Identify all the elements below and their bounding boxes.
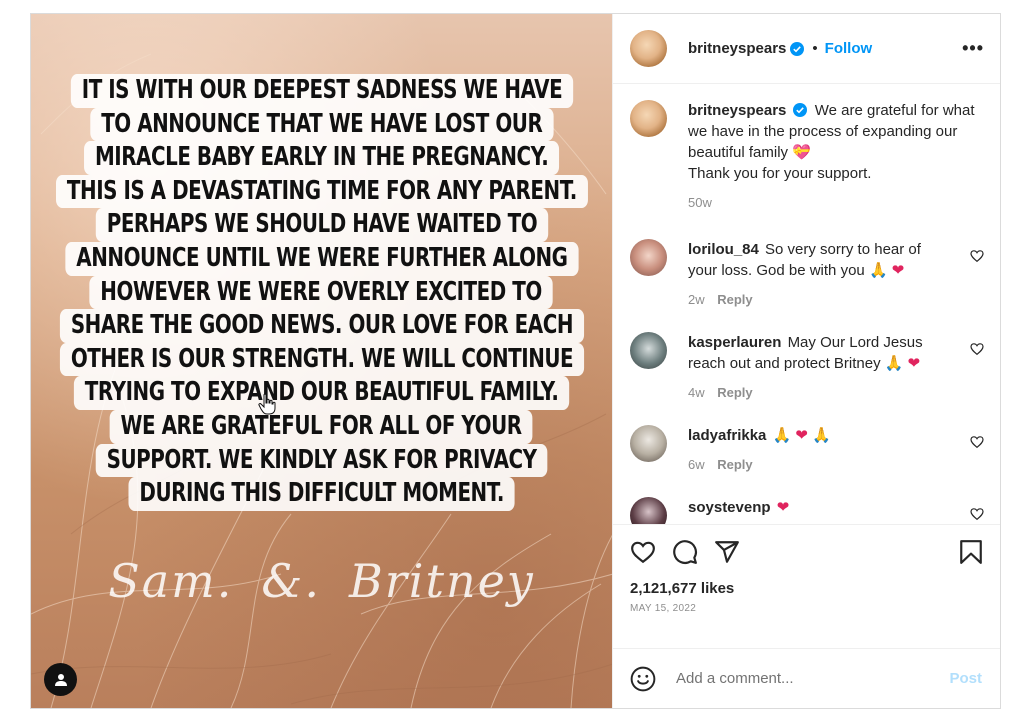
avatar[interactable] bbox=[630, 30, 667, 67]
separator-dot: • bbox=[812, 40, 818, 57]
post-actions: 2,121,677 likes MAY 15, 2022 bbox=[613, 524, 1000, 648]
follow-button[interactable]: Follow bbox=[825, 40, 873, 57]
comment-age: 2w bbox=[688, 292, 705, 307]
hand-cursor-icon bbox=[258, 393, 276, 415]
signature-ampersand: &. bbox=[261, 554, 321, 608]
avatar[interactable] bbox=[630, 239, 667, 276]
verified-badge-icon bbox=[790, 41, 805, 56]
announcement-line: We are grateful for all of your bbox=[110, 409, 533, 444]
caption-username[interactable]: britneyspears bbox=[688, 102, 786, 119]
like-comment-heart-icon[interactable] bbox=[970, 342, 984, 356]
reply-button[interactable]: Reply bbox=[717, 457, 752, 472]
post-date: MAY 15, 2022 bbox=[630, 603, 697, 614]
pray-icon: 🙏 bbox=[772, 427, 792, 444]
announcement-line: Perhaps we should have waited to bbox=[95, 208, 548, 242]
announcement-text: It is with our deepest sadness we have t… bbox=[31, 74, 612, 511]
heart-emoji-icon: ❤ bbox=[891, 262, 905, 279]
announcement-line: announce until we were further along bbox=[64, 241, 579, 276]
list-item: lorilou_84 So very sorry to hear of your… bbox=[630, 239, 984, 310]
announcement-line: however we were overly excited to bbox=[89, 275, 554, 310]
action-icons bbox=[630, 535, 983, 569]
gift-heart-icon: 💝 bbox=[792, 144, 811, 161]
share-icon[interactable] bbox=[714, 539, 740, 565]
save-bookmark-icon[interactable] bbox=[959, 539, 983, 565]
signature-name-britney: Britney bbox=[348, 554, 535, 608]
comments-list[interactable]: britneyspears We are grateful for what w… bbox=[613, 84, 1000, 524]
avatar[interactable] bbox=[630, 497, 667, 524]
likes-count[interactable]: 2,121,677 likes bbox=[630, 580, 734, 597]
caption-age: 50w bbox=[688, 195, 712, 210]
like-comment-heart-icon[interactable] bbox=[970, 435, 984, 449]
list-item: soystevenp ❤ bbox=[630, 497, 984, 524]
emoji-smile-icon[interactable] bbox=[630, 666, 656, 692]
user-icon bbox=[54, 673, 67, 686]
post-header: britneyspears • Follow ••• bbox=[613, 14, 1000, 84]
list-item: kasperlauren May Our Lord Jesus reach ou… bbox=[630, 332, 984, 403]
announcement-line: support. We kindly ask for privacy bbox=[95, 443, 548, 478]
comment-username[interactable]: lorilou_84 bbox=[688, 241, 759, 258]
comment-age: 4w bbox=[688, 385, 705, 400]
comment-input[interactable] bbox=[676, 670, 950, 687]
heart-emoji-icon: ❤ bbox=[907, 355, 921, 372]
comment-meta: 2w Reply bbox=[688, 289, 953, 310]
verified-badge-icon bbox=[792, 103, 807, 117]
comment-body: kasperlauren May Our Lord Jesus reach ou… bbox=[688, 332, 953, 403]
avatar[interactable] bbox=[630, 425, 667, 462]
list-item: ladyafrikka 🙏 ❤ 🙏 6w Reply bbox=[630, 425, 984, 475]
like-comment-heart-icon[interactable] bbox=[970, 507, 984, 521]
post-sidebar: britneyspears • Follow ••• britneyspears bbox=[612, 14, 1000, 708]
pray-icon: 🙏 bbox=[884, 355, 904, 372]
comment-username[interactable]: ladyafrikka bbox=[688, 427, 766, 444]
post-image[interactable]: It is with our deepest sadness we have t… bbox=[31, 14, 612, 708]
caption-body: britneyspears We are grateful for what w… bbox=[688, 100, 984, 213]
comment-body: lorilou_84 So very sorry to hear of your… bbox=[688, 239, 953, 310]
heart-emoji-icon: ❤ bbox=[776, 499, 790, 516]
tagged-users-button[interactable] bbox=[44, 663, 77, 696]
more-options-icon[interactable]: ••• bbox=[962, 38, 984, 59]
reply-button[interactable]: Reply bbox=[717, 385, 752, 400]
comment-username[interactable]: soystevenp bbox=[688, 499, 771, 516]
avatar[interactable] bbox=[630, 332, 667, 369]
comment-body: soystevenp ❤ bbox=[688, 497, 953, 518]
avatar[interactable] bbox=[630, 100, 667, 137]
comment-username[interactable]: kasperlauren bbox=[688, 334, 781, 351]
signature-name-sam: Sam. bbox=[108, 554, 234, 608]
reply-button[interactable]: Reply bbox=[717, 292, 752, 307]
caption: britneyspears We are grateful for what w… bbox=[630, 100, 984, 213]
comment-meta: 4w Reply bbox=[688, 382, 953, 403]
announcement-line: other is our strength. We will continue bbox=[59, 342, 584, 377]
announcement-line: share the good news. Our love for each bbox=[59, 309, 584, 343]
pray-icon: 🙏 bbox=[812, 427, 831, 444]
caption-meta: 50w bbox=[688, 192, 984, 213]
announcement-line: This is a devastating time for any paren… bbox=[55, 174, 588, 209]
comment-icon[interactable] bbox=[672, 539, 698, 565]
comment-body: ladyafrikka 🙏 ❤ 🙏 6w Reply bbox=[688, 425, 953, 475]
post-modal: It is with our deepest sadness we have t… bbox=[30, 13, 1001, 709]
comment-meta: 6w Reply bbox=[688, 454, 953, 475]
caption-text-2: Thank you for your support. bbox=[688, 165, 872, 182]
announcement-line: It is with our deepest sadness we have bbox=[70, 74, 573, 108]
announcement-line: during this difficult moment. bbox=[128, 477, 515, 511]
heart-emoji-icon: ❤ bbox=[795, 427, 808, 444]
announcement-line: trying to expand our beautiful family. bbox=[73, 376, 570, 410]
post-comment-button[interactable]: Post bbox=[949, 670, 982, 687]
comment-age: 6w bbox=[688, 457, 705, 472]
like-heart-icon[interactable] bbox=[630, 539, 656, 565]
announcement-line: to announce that we have lost our bbox=[90, 107, 553, 142]
add-comment-bar: Post bbox=[613, 648, 1000, 708]
pray-icon: 🙏 bbox=[868, 262, 888, 279]
signature-text: Sam. &. Britney bbox=[31, 554, 612, 608]
like-comment-heart-icon[interactable] bbox=[970, 249, 984, 263]
header-username[interactable]: britneyspears bbox=[688, 40, 786, 57]
announcement-line: miracle baby early in the pregnancy. bbox=[83, 141, 560, 175]
